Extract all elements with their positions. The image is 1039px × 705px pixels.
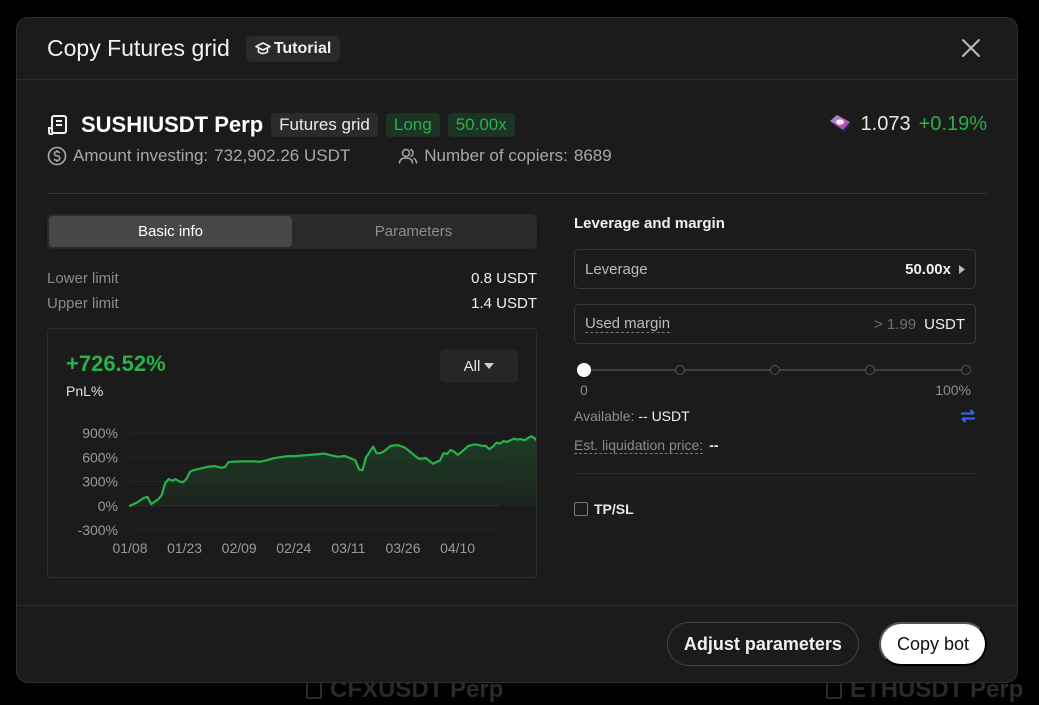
modal-footer: Adjust parameters Copy bot: [17, 605, 1017, 682]
slider-handle[interactable]: [577, 363, 591, 377]
section-title: Leverage and margin: [574, 215, 725, 232]
liquidation-price-row: Est. liquidation price: --: [574, 436, 719, 454]
x-tick-label: 02/24: [276, 540, 311, 556]
leverage-margin-panel: Leverage and margin Leverage 50.00x Used…: [574, 214, 976, 517]
copy-bot-button[interactable]: Copy bot: [878, 622, 987, 666]
leverage-value: 50.00x: [905, 260, 951, 278]
pnl-chart-card: +726.52% PnL% All 900% 600% 300% 0% -300% 01/…: [47, 328, 537, 578]
close-icon[interactable]: [961, 38, 981, 58]
divider: [574, 473, 976, 474]
pair-name: SUSHIUSDT Perp: [81, 112, 264, 137]
lower-limit-row: Lower limit 0.8 USDT: [47, 270, 537, 287]
basic-info-panel: Basic info Parameters Lower limit 0.8 US…: [47, 214, 537, 578]
users-icon: [398, 148, 418, 164]
amount-investing: Amount investing: 732,902.26 USDT: [47, 146, 350, 166]
transfer-icon[interactable]: [960, 409, 976, 423]
upper-limit-row: Upper limit 1.4 USDT: [47, 295, 537, 312]
tab-parameters[interactable]: Parameters: [292, 216, 535, 247]
used-margin-unit: USDT: [924, 315, 965, 333]
x-tick-label: 03/11: [331, 540, 365, 556]
slider-step-25[interactable]: [675, 365, 685, 375]
bot-summary: SUSHIUSDT Perp Futures grid Long 50.00x: [47, 110, 987, 194]
slider-step-50[interactable]: [770, 365, 780, 375]
modal-title: Copy Futures grid: [47, 35, 230, 61]
info-tabs: Basic info Parameters: [47, 214, 537, 249]
copy-futures-grid-modal: Copy Futures grid Tutorial SUSHIUSDT Per…: [16, 17, 1018, 683]
x-tick-label: 01/08: [112, 540, 147, 556]
tpsl-option[interactable]: TP/SL: [574, 501, 976, 517]
tutorial-button[interactable]: Tutorial: [245, 35, 341, 62]
price-ticker: 1.073 +0.19%: [827, 110, 987, 138]
number-of-copiers: Number of copiers: 8689: [398, 146, 612, 166]
y-tick-label: 300%: [82, 474, 118, 490]
tpsl-checkbox[interactable]: [574, 502, 588, 516]
leverage-tag: 50.00x: [447, 113, 515, 137]
strategy-tag: Futures grid: [271, 113, 378, 137]
slider-step-75[interactable]: [865, 365, 875, 375]
sushi-coin-icon: [829, 115, 850, 133]
available-row: Available: -- USDT: [574, 406, 976, 426]
slider-min-label: 0: [580, 382, 588, 398]
used-margin-input[interactable]: Used margin > 1.99 USDT: [574, 304, 976, 344]
y-tick-label: -300%: [78, 522, 118, 538]
last-price: 1.073: [860, 112, 911, 135]
y-tick-label: 900%: [82, 425, 118, 441]
slider-step-100[interactable]: [961, 365, 971, 375]
direction-tag: Long: [385, 113, 440, 137]
adjust-parameters-button[interactable]: Adjust parameters: [666, 622, 859, 666]
x-tick-label: 01/23: [167, 540, 202, 556]
margin-slider[interactable]: [574, 360, 976, 380]
slider-max-label: 100%: [935, 382, 971, 398]
x-tick-label: 04/10: [440, 540, 475, 556]
document-icon: [306, 681, 322, 699]
y-tick-label: 600%: [82, 449, 118, 465]
y-tick-label: 0%: [98, 498, 118, 514]
x-tick-label: 03/26: [385, 540, 420, 556]
caret-right-icon: [959, 264, 965, 274]
document-icon: [826, 681, 842, 699]
used-margin-placeholder: > 1.99: [874, 315, 917, 333]
pnl-chart: 900% 600% 300% 0% -300% 01/08 01/23 02/09 02/24 0…: [78, 425, 536, 556]
graduation-cap-icon: [255, 41, 271, 54]
x-tick-label: 02/09: [222, 540, 257, 556]
price-change: +0.19%: [918, 112, 987, 135]
dollar-coin-icon: [47, 146, 67, 166]
leverage-selector[interactable]: Leverage 50.00x: [574, 249, 976, 289]
tab-basic-info[interactable]: Basic info: [49, 216, 292, 247]
modal-header: Copy Futures grid Tutorial: [17, 18, 1017, 80]
document-icon: [48, 115, 67, 135]
